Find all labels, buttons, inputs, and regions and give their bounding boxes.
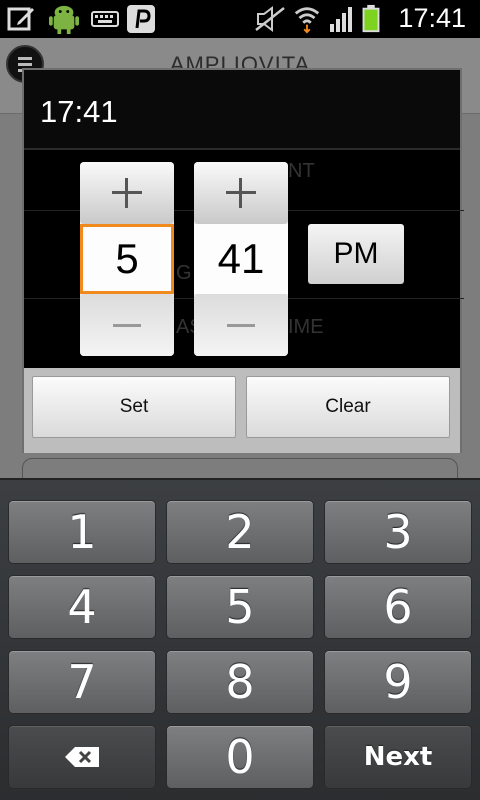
hour-increment-button[interactable] (80, 162, 174, 224)
hour-decrement-button[interactable] (80, 294, 174, 356)
ghost-label: G (176, 262, 192, 284)
next-key[interactable]: Next (324, 725, 472, 789)
ampm-toggle-button[interactable]: PM (308, 224, 404, 284)
key-5[interactable]: 5 (166, 575, 314, 639)
pinterest-icon (127, 5, 155, 33)
backspace-key[interactable] (8, 725, 156, 789)
key-9[interactable]: 9 (324, 650, 472, 714)
minute-increment-button[interactable] (194, 162, 288, 224)
mute-icon (255, 6, 285, 32)
signal-icon (330, 7, 352, 32)
status-bar: 17:41 (0, 0, 480, 38)
minus-icon (113, 323, 141, 327)
battery-icon (362, 4, 380, 33)
plus-icon (226, 178, 256, 208)
dialog-header: 17:41 (24, 70, 460, 150)
ghost-label: IME (288, 316, 324, 338)
minute-picker: 41 (194, 162, 288, 356)
numeric-keyboard: 1 2 3 4 5 6 7 8 9 0 Next (0, 478, 480, 800)
hour-field[interactable]: 5 (80, 224, 174, 294)
edit-icon (7, 7, 34, 31)
keyboard-icon (91, 11, 119, 27)
status-clock: 17:41 (398, 3, 466, 33)
wifi-icon (294, 7, 320, 34)
dialog-body: NT G AST IME 5 41 PM (24, 152, 464, 368)
key-6[interactable]: 6 (324, 575, 472, 639)
clear-button[interactable]: Clear (246, 376, 450, 438)
dialog-title: 17:41 (40, 94, 118, 129)
backspace-icon (65, 747, 99, 767)
hour-picker: 5 (80, 162, 174, 356)
key-4[interactable]: 4 (8, 575, 156, 639)
set-button[interactable]: Set (32, 376, 236, 438)
key-1[interactable]: 1 (8, 500, 156, 564)
minute-decrement-button[interactable] (194, 294, 288, 356)
key-7[interactable]: 7 (8, 650, 156, 714)
dialog-button-bar: Set Clear (24, 368, 460, 453)
key-0[interactable]: 0 (166, 725, 314, 789)
plus-icon (112, 178, 142, 208)
minus-icon (227, 323, 255, 327)
ghost-label: NT (288, 160, 315, 182)
android-debug-icon (49, 5, 79, 34)
key-3[interactable]: 3 (324, 500, 472, 564)
key-2[interactable]: 2 (166, 500, 314, 564)
time-picker-dialog: 17:41 NT G AST IME 5 41 (22, 68, 464, 453)
key-8[interactable]: 8 (166, 650, 314, 714)
minute-field[interactable]: 41 (194, 224, 288, 294)
